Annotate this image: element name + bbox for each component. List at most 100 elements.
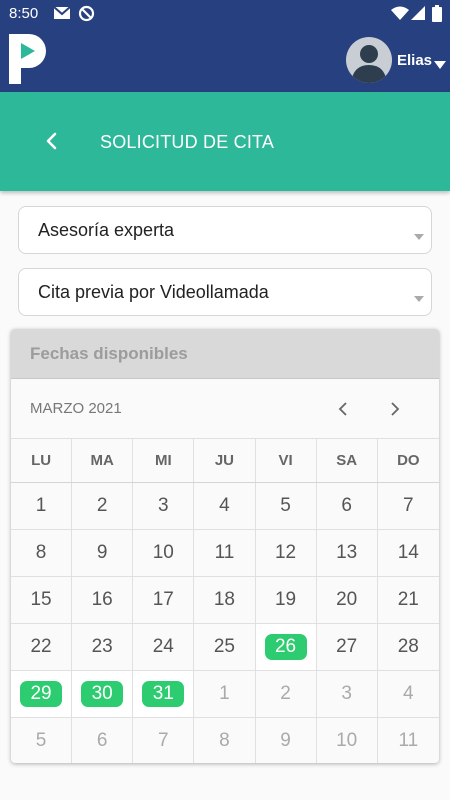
weekday-label: MA bbox=[72, 439, 134, 482]
avatar-icon bbox=[351, 45, 387, 83]
calendar-day-outside-month: 3 bbox=[317, 671, 378, 717]
calendar-day: 28 bbox=[378, 624, 439, 670]
wifi-icon bbox=[391, 5, 409, 26]
calendar-day: 3 bbox=[133, 483, 195, 529]
calendar-day-number: 31 bbox=[142, 681, 185, 707]
calendar-day-number: 12 bbox=[274, 542, 297, 563]
calendar-day: 2 bbox=[72, 483, 134, 529]
chevron-right-icon bbox=[391, 402, 400, 416]
calendar-day-number: 4 bbox=[403, 683, 414, 704]
calendar-day-number: 14 bbox=[397, 542, 419, 563]
calendar-day-outside-month: 4 bbox=[378, 671, 439, 717]
calendar-day-number: 5 bbox=[35, 730, 47, 751]
calendar-day-number: 9 bbox=[280, 730, 291, 751]
calendar-day: 17 bbox=[133, 577, 195, 623]
calendar-day-number: 11 bbox=[398, 730, 419, 751]
mail-icon bbox=[53, 5, 71, 26]
calendar-day-number: 11 bbox=[214, 542, 235, 563]
calendar-day-outside-month: 2 bbox=[256, 671, 317, 717]
calendar-day-number: 26 bbox=[264, 634, 307, 660]
weekday-header-row: LU MA MI JU VI SA DO bbox=[11, 438, 439, 483]
calendar-day-number: 24 bbox=[152, 636, 174, 657]
back-button[interactable] bbox=[34, 124, 68, 158]
weekday-label: JU bbox=[194, 439, 256, 482]
back-arrow-icon bbox=[46, 132, 57, 150]
calendar-day: 14 bbox=[378, 530, 439, 576]
calendar-weeks: 1 2 3 4 5 6 7 8 9 10 11 12 13 14 15 16 17 18 19 20 21 22 23 24 2… bbox=[11, 483, 439, 763]
calendar-week-row: 22 23 24 25 26 27 28 bbox=[11, 624, 439, 671]
calendar-day: 5 bbox=[256, 483, 317, 529]
calendar-day: 8 bbox=[11, 530, 73, 576]
calendar-day-outside-month: 7 bbox=[133, 718, 195, 763]
calendar-day: 11 bbox=[194, 530, 256, 576]
title-bar: SOLICITUD DE CITA bbox=[0, 92, 450, 191]
calendar-day-number: 28 bbox=[397, 636, 419, 657]
calendar-day-outside-month: 5 bbox=[11, 718, 73, 763]
calendar-day: 15 bbox=[11, 577, 73, 623]
calendar-day-outside-month: 9 bbox=[256, 718, 317, 763]
calendar-day-available[interactable]: 29 bbox=[11, 671, 73, 717]
chevron-down-icon[interactable] bbox=[434, 56, 446, 74]
calendar-day-number: 8 bbox=[219, 730, 230, 751]
user-name[interactable]: Elias bbox=[397, 52, 432, 69]
calendar-day-number: 19 bbox=[274, 589, 297, 610]
calendar-day-outside-month: 11 bbox=[378, 718, 439, 763]
calendar-day-outside-month: 10 bbox=[317, 718, 378, 763]
calendar-day-outside-month: 6 bbox=[72, 718, 134, 763]
calendar-day-number: 6 bbox=[96, 730, 108, 751]
calendar-day-number: 3 bbox=[158, 495, 169, 516]
calendar-day-number: 25 bbox=[213, 636, 235, 657]
next-month-button[interactable] bbox=[381, 395, 409, 423]
calendar-day-number: 8 bbox=[35, 542, 47, 563]
calendar-day-available[interactable]: 31 bbox=[133, 671, 195, 717]
calendar-day-number: 1 bbox=[219, 683, 230, 704]
status-time: 8:50 bbox=[9, 5, 39, 22]
calendar-card: Fechas disponibles MARZO 2021 LU MA MI J… bbox=[11, 329, 439, 763]
avatar[interactable] bbox=[346, 37, 392, 83]
calendar-day-number: 7 bbox=[403, 495, 414, 516]
app-header: Elias bbox=[0, 28, 450, 92]
calendar-day: 27 bbox=[317, 624, 378, 670]
calendar-day-number: 17 bbox=[152, 589, 174, 610]
chevron-left-icon bbox=[338, 402, 347, 416]
weekday-label: VI bbox=[256, 439, 317, 482]
calendar-day-number: 20 bbox=[336, 589, 358, 610]
page-title: SOLICITUD DE CITA bbox=[100, 132, 275, 152]
month-label: MARZO 2021 bbox=[30, 400, 122, 417]
calendar-day: 6 bbox=[317, 483, 378, 529]
calendar-day: 22 bbox=[11, 624, 73, 670]
previous-month-button[interactable] bbox=[329, 395, 357, 423]
calendar-day-number: 23 bbox=[91, 636, 113, 657]
calendar-day-number: 10 bbox=[152, 542, 174, 563]
signal-icon bbox=[410, 5, 426, 26]
calendar-week-row: 5 6 7 8 9 10 11 bbox=[11, 718, 439, 763]
calendar-day: 16 bbox=[72, 577, 134, 623]
calendar-day: 7 bbox=[378, 483, 439, 529]
app-logo[interactable] bbox=[7, 32, 47, 91]
calendar-day: 23 bbox=[72, 624, 134, 670]
calendar-day: 12 bbox=[256, 530, 317, 576]
calendar-day-number: 2 bbox=[96, 495, 108, 516]
service-select[interactable]: Asesoría experta bbox=[18, 206, 432, 254]
calendar-day-number: 3 bbox=[341, 683, 352, 704]
service-select-value: Asesoría experta bbox=[38, 220, 175, 240]
calendar-day-number: 9 bbox=[96, 542, 108, 563]
calendar-day-number: 22 bbox=[30, 636, 52, 657]
calendar-day-available[interactable]: 26 bbox=[255, 624, 317, 670]
calendar-day-number: 13 bbox=[336, 542, 358, 563]
calendar-day: 9 bbox=[72, 530, 134, 576]
status-bar: 8:50 bbox=[0, 0, 450, 28]
calendar-day: 24 bbox=[133, 624, 195, 670]
appointment-mode-select[interactable]: Cita previa por Videollamada bbox=[18, 268, 432, 316]
calendar-day-number: 2 bbox=[280, 683, 291, 704]
calendar-day-number: 16 bbox=[91, 589, 113, 610]
calendar-day-available[interactable]: 30 bbox=[72, 671, 134, 717]
calendar-week-row: 15 16 17 18 19 20 21 bbox=[11, 577, 439, 624]
calendar-day-number: 18 bbox=[213, 589, 235, 610]
calendar-day-number: 4 bbox=[219, 495, 230, 516]
calendar-day-number: 30 bbox=[81, 681, 124, 707]
mode-select-value: Cita previa por Videollamada bbox=[38, 282, 269, 302]
weekday-label: LU bbox=[11, 439, 73, 482]
calendar-day-number: 6 bbox=[341, 495, 352, 516]
calendar-day: 19 bbox=[256, 577, 317, 623]
